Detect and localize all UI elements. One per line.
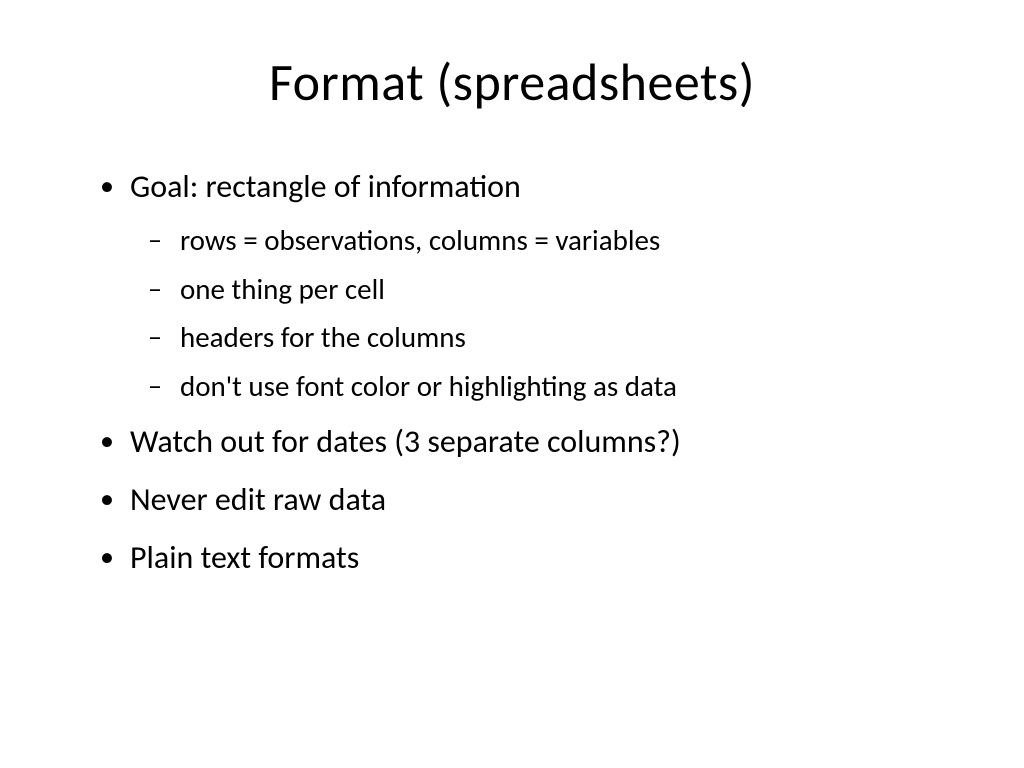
bullet-text: Goal: rectangle of information: [130, 167, 521, 206]
bullet-item: Watch out for dates (3 separate columns?…: [90, 417, 934, 467]
sub-bullet-item: don't use font color or highlighting as …: [130, 364, 934, 409]
bullet-text: Plain text formats: [130, 538, 359, 577]
bullet-item: Plain text formats: [90, 533, 934, 583]
bullet-item: Never edit raw data: [90, 475, 934, 525]
bullet-item: Goal: rectangle of information rows = ob…: [90, 162, 934, 409]
sub-bullet-item: one thing per cell: [130, 267, 934, 312]
sub-bullet-list: rows = observations, columns = variables…: [130, 218, 934, 410]
bullet-text: Watch out for dates (3 separate columns?…: [130, 422, 681, 461]
slide-title: Format (spreadsheets): [90, 50, 934, 114]
bullet-list: Goal: rectangle of information rows = ob…: [90, 162, 934, 582]
bullet-text: Never edit raw data: [130, 480, 386, 519]
sub-bullet-item: headers for the columns: [130, 315, 934, 360]
slide-content: Goal: rectangle of information rows = ob…: [90, 162, 934, 582]
sub-bullet-item: rows = observations, columns = variables: [130, 218, 934, 263]
